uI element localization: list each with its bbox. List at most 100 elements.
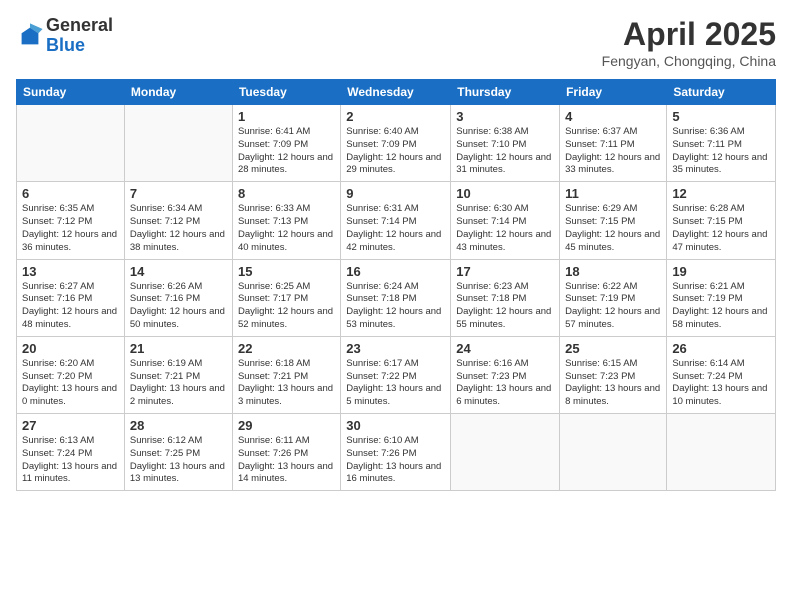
day-number: 18 (565, 264, 661, 279)
day-info: Sunrise: 6:29 AM Sunset: 7:15 PM Dayligh… (565, 203, 661, 254)
logo-icon (16, 22, 44, 50)
page: General Blue April 2025 Fengyan, Chongqi… (0, 0, 792, 612)
day-number: 27 (22, 418, 119, 433)
day-info: Sunrise: 6:23 AM Sunset: 7:18 PM Dayligh… (456, 281, 554, 332)
calendar-week-2: 6 Sunrise: 6:35 AM Sunset: 7:12 PM Daylig… (17, 182, 776, 259)
day-number: 3 (456, 109, 554, 124)
header-friday: Friday (560, 80, 667, 105)
day-number: 26 (672, 341, 770, 356)
day-info: Sunrise: 6:22 AM Sunset: 7:19 PM Dayligh… (565, 281, 661, 332)
day-info: Sunrise: 6:37 AM Sunset: 7:11 PM Dayligh… (565, 126, 661, 177)
calendar-week-5: 27 Sunrise: 6:13 AM Sunset: 7:24 PM Dayli… (17, 414, 776, 491)
calendar-cell: 3Sunrise: 6:38 AM Sunset: 7:10 PM Daylig… (451, 105, 560, 182)
day-number: 24 (456, 341, 554, 356)
days-header-row: Sunday Monday Tuesday Wednesday Thursday… (17, 80, 776, 105)
calendar-week-1: 1 Sunrise: 6:41 AM Sunset: 7:09 PM Daylig… (17, 105, 776, 182)
day-info: Sunrise: 6:28 AM Sunset: 7:15 PM Dayligh… (672, 203, 770, 254)
day-info: Sunrise: 6:30 AM Sunset: 7:14 PM Dayligh… (456, 203, 554, 254)
calendar-cell: 11 Sunrise: 6:29 AM Sunset: 7:15 PM Dayli… (560, 182, 667, 259)
logo-blue-text: Blue (46, 36, 113, 56)
calendar-cell: 2 Sunrise: 6:40 AM Sunset: 7:09 PM Daylig… (341, 105, 451, 182)
calendar-cell: 10 Sunrise: 6:30 AM Sunset: 7:14 PM Dayli… (451, 182, 560, 259)
day-info: Sunrise: 6:12 AM Sunset: 7:25 PM Dayligh… (130, 435, 227, 486)
calendar-cell (451, 414, 560, 491)
day-number: 15 (238, 264, 335, 279)
day-info: Sunrise: 6:13 AM Sunset: 7:24 PM Dayligh… (22, 435, 119, 486)
calendar-cell: 7 Sunrise: 6:34 AM Sunset: 7:12 PM Daylig… (124, 182, 232, 259)
day-number: 14 (130, 264, 227, 279)
calendar-cell: 5Sunrise: 6:36 AM Sunset: 7:11 PM Daylig… (667, 105, 776, 182)
day-info: Sunrise: 6:21 AM Sunset: 7:19 PM Dayligh… (672, 281, 770, 332)
calendar-cell: 20Sunrise: 6:20 AM Sunset: 7:20 PM Dayli… (17, 336, 125, 413)
day-number: 30 (346, 418, 445, 433)
title-block: April 2025 Fengyan, Chongqing, China (602, 16, 776, 69)
logo: General Blue (16, 16, 113, 56)
day-info: Sunrise: 6:34 AM Sunset: 7:12 PM Dayligh… (130, 203, 227, 254)
calendar-cell: 24 Sunrise: 6:16 AM Sunset: 7:23 PM Dayli… (451, 336, 560, 413)
day-number: 23 (346, 341, 445, 356)
day-info: Sunrise: 6:41 AM Sunset: 7:09 PM Dayligh… (238, 126, 335, 177)
header-sunday: Sunday (17, 80, 125, 105)
day-info: Sunrise: 6:26 AM Sunset: 7:16 PM Dayligh… (130, 281, 227, 332)
calendar-cell: 19 Sunrise: 6:21 AM Sunset: 7:19 PM Dayli… (667, 259, 776, 336)
day-number: 29 (238, 418, 335, 433)
day-info: Sunrise: 6:40 AM Sunset: 7:09 PM Dayligh… (346, 126, 445, 177)
day-info: Sunrise: 6:25 AM Sunset: 7:17 PM Dayligh… (238, 281, 335, 332)
calendar-cell (667, 414, 776, 491)
day-info: Sunrise: 6:15 AM Sunset: 7:23 PM Dayligh… (565, 358, 661, 409)
day-info: Sunrise: 6:24 AM Sunset: 7:18 PM Dayligh… (346, 281, 445, 332)
day-info: Sunrise: 6:33 AM Sunset: 7:13 PM Dayligh… (238, 203, 335, 254)
calendar-cell: 4 Sunrise: 6:37 AM Sunset: 7:11 PM Daylig… (560, 105, 667, 182)
month-title: April 2025 (602, 16, 776, 53)
day-number: 11 (565, 186, 661, 201)
day-number: 6 (22, 186, 119, 201)
header-tuesday: Tuesday (232, 80, 340, 105)
calendar-cell: 12Sunrise: 6:28 AM Sunset: 7:15 PM Dayli… (667, 182, 776, 259)
day-number: 10 (456, 186, 554, 201)
day-number: 28 (130, 418, 227, 433)
day-info: Sunrise: 6:36 AM Sunset: 7:11 PM Dayligh… (672, 126, 770, 177)
calendar-cell: 1 Sunrise: 6:41 AM Sunset: 7:09 PM Daylig… (232, 105, 340, 182)
calendar-cell: 23 Sunrise: 6:17 AM Sunset: 7:22 PM Dayli… (341, 336, 451, 413)
calendar-cell (124, 105, 232, 182)
day-number: 19 (672, 264, 770, 279)
calendar-week-4: 20Sunrise: 6:20 AM Sunset: 7:20 PM Dayli… (17, 336, 776, 413)
logo-general-text: General (46, 16, 113, 36)
day-info: Sunrise: 6:10 AM Sunset: 7:26 PM Dayligh… (346, 435, 445, 486)
day-info: Sunrise: 6:17 AM Sunset: 7:22 PM Dayligh… (346, 358, 445, 409)
header-saturday: Saturday (667, 80, 776, 105)
day-info: Sunrise: 6:20 AM Sunset: 7:20 PM Dayligh… (22, 358, 119, 409)
day-number: 21 (130, 341, 227, 356)
day-info: Sunrise: 6:35 AM Sunset: 7:12 PM Dayligh… (22, 203, 119, 254)
day-info: Sunrise: 6:27 AM Sunset: 7:16 PM Dayligh… (22, 281, 119, 332)
day-number: 4 (565, 109, 661, 124)
day-number: 7 (130, 186, 227, 201)
day-number: 9 (346, 186, 445, 201)
calendar-cell: 18 Sunrise: 6:22 AM Sunset: 7:19 PM Dayli… (560, 259, 667, 336)
day-number: 22 (238, 341, 335, 356)
calendar-cell: 27 Sunrise: 6:13 AM Sunset: 7:24 PM Dayli… (17, 414, 125, 491)
day-number: 25 (565, 341, 661, 356)
day-info: Sunrise: 6:14 AM Sunset: 7:24 PM Dayligh… (672, 358, 770, 409)
day-info: Sunrise: 6:16 AM Sunset: 7:23 PM Dayligh… (456, 358, 554, 409)
day-info: Sunrise: 6:19 AM Sunset: 7:21 PM Dayligh… (130, 358, 227, 409)
day-info: Sunrise: 6:11 AM Sunset: 7:26 PM Dayligh… (238, 435, 335, 486)
day-number: 1 (238, 109, 335, 124)
calendar-cell: 17 Sunrise: 6:23 AM Sunset: 7:18 PM Dayli… (451, 259, 560, 336)
calendar-cell (17, 105, 125, 182)
day-info: Sunrise: 6:31 AM Sunset: 7:14 PM Dayligh… (346, 203, 445, 254)
day-number: 17 (456, 264, 554, 279)
calendar-cell: 25 Sunrise: 6:15 AM Sunset: 7:23 PM Dayli… (560, 336, 667, 413)
calendar-cell: 22Sunrise: 6:18 AM Sunset: 7:21 PM Dayli… (232, 336, 340, 413)
calendar-cell: 30 Sunrise: 6:10 AM Sunset: 7:26 PM Dayli… (341, 414, 451, 491)
calendar-cell: 26 Sunrise: 6:14 AM Sunset: 7:24 PM Dayli… (667, 336, 776, 413)
header-monday: Monday (124, 80, 232, 105)
calendar-cell: 21 Sunrise: 6:19 AM Sunset: 7:21 PM Dayli… (124, 336, 232, 413)
day-number: 2 (346, 109, 445, 124)
calendar-table: Sunday Monday Tuesday Wednesday Thursday… (16, 79, 776, 491)
calendar-cell (560, 414, 667, 491)
header: General Blue April 2025 Fengyan, Chongqi… (16, 16, 776, 69)
calendar-cell: 14 Sunrise: 6:26 AM Sunset: 7:16 PM Dayli… (124, 259, 232, 336)
calendar-cell: 6 Sunrise: 6:35 AM Sunset: 7:12 PM Daylig… (17, 182, 125, 259)
header-wednesday: Wednesday (341, 80, 451, 105)
